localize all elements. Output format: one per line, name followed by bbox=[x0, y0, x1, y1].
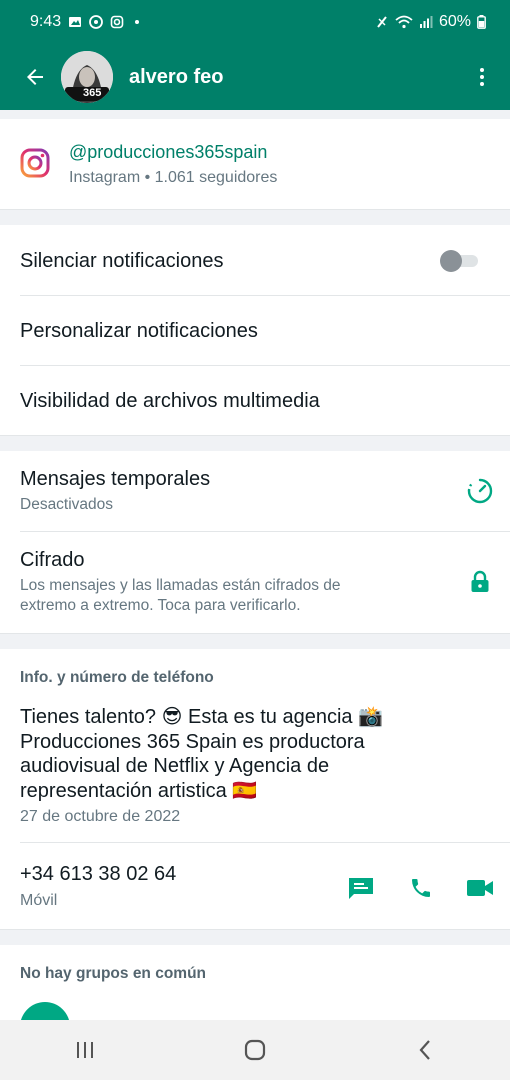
no-volte-icon bbox=[377, 16, 387, 28]
status-time: 9:43 bbox=[30, 13, 62, 30]
video-camera-icon bbox=[467, 880, 493, 896]
divider bbox=[0, 209, 510, 210]
instagram-followers: Instagram • 1.061 seguidores bbox=[69, 169, 278, 186]
message-icon bbox=[349, 878, 373, 899]
about-date: 27 de octubre de 2022 bbox=[20, 808, 181, 825]
arrow-back-icon bbox=[27, 69, 43, 85]
about-line: Producciones 365 Spain es productora bbox=[20, 730, 365, 753]
back-chevron-icon bbox=[419, 1040, 430, 1060]
video-call-button[interactable] bbox=[465, 873, 495, 903]
encryption-description-line2: extremo a extremo. Toca para verificarlo… bbox=[20, 597, 301, 614]
dot bbox=[480, 82, 484, 86]
temporary-messages-status: Desactivados bbox=[20, 496, 114, 513]
common-groups-section: No hay grupos en común bbox=[0, 945, 510, 1052]
battery-level: 60% bbox=[438, 13, 471, 30]
mute-notifications-row[interactable]: Silenciar notificaciones bbox=[0, 225, 510, 295]
dot-icon bbox=[135, 20, 140, 24]
status-bar: 9:43 60% bbox=[0, 0, 510, 44]
wifi-icon bbox=[395, 15, 413, 29]
about-text: Tienes talento? 😎 Esta es tu agencia 📸 P… bbox=[20, 705, 480, 803]
contact-avatar[interactable]: 365 bbox=[61, 51, 113, 103]
phone-icon bbox=[412, 879, 430, 897]
divider bbox=[0, 633, 510, 634]
media-visibility-row[interactable]: Visibilidad de archivos multimedia bbox=[0, 366, 510, 435]
voice-call-button[interactable] bbox=[406, 873, 436, 903]
gallery-icon bbox=[69, 17, 82, 27]
signal-icon bbox=[419, 16, 433, 28]
mute-toggle[interactable] bbox=[440, 249, 480, 272]
encryption-row[interactable]: Cifrado Los mensajes y las llamadas está… bbox=[0, 532, 510, 633]
media-visibility-label: Visibilidad de archivos multimedia bbox=[20, 390, 320, 412]
whatsapp-icon bbox=[89, 15, 104, 29]
recent-apps-icon bbox=[77, 1042, 93, 1058]
mute-notifications-label: Silenciar notificaciones bbox=[20, 250, 224, 272]
lock-icon bbox=[471, 570, 489, 592]
phone-number: +34 613 38 02 64 bbox=[20, 863, 177, 885]
home-icon bbox=[244, 1039, 266, 1061]
dot bbox=[480, 75, 484, 79]
common-groups-header: No hay grupos en común bbox=[20, 965, 207, 982]
temporary-messages-row[interactable]: Mensajes temporales Desactivados bbox=[0, 451, 510, 531]
phone-type: Móvil bbox=[20, 892, 58, 909]
system-navigation-bar bbox=[0, 1020, 510, 1080]
about-line: audiovisual de Netflix y Agencia de bbox=[20, 755, 330, 777]
divider bbox=[0, 435, 510, 436]
divider bbox=[0, 929, 510, 930]
info-section-header: Info. y número de teléfono bbox=[20, 669, 214, 686]
back-nav-button[interactable] bbox=[395, 1028, 455, 1072]
avatar-badge: 365 bbox=[83, 87, 102, 99]
home-button[interactable] bbox=[225, 1028, 285, 1072]
about-line: representación artistica 🇪🇸 bbox=[20, 779, 258, 802]
back-button[interactable] bbox=[20, 62, 50, 92]
instagram-link-card[interactable]: @producciones365spain Instagram • 1.061 … bbox=[0, 119, 510, 209]
more-options-button[interactable] bbox=[472, 62, 492, 92]
contact-name[interactable]: alvero feo bbox=[129, 66, 223, 89]
message-button[interactable] bbox=[346, 873, 376, 903]
dot bbox=[480, 68, 484, 72]
notifications-section: Silenciar notificaciones Personalizar no… bbox=[0, 225, 510, 435]
timer-icon bbox=[467, 478, 493, 504]
instagram-icon bbox=[110, 15, 124, 29]
temporary-messages-title: Mensajes temporales bbox=[20, 468, 211, 490]
encryption-description-line1: Los mensajes y las llamadas están cifrad… bbox=[20, 577, 341, 594]
toggle-thumb bbox=[440, 250, 462, 272]
recent-apps-button[interactable] bbox=[55, 1028, 115, 1072]
app-bar: 365 alvero feo bbox=[0, 44, 510, 110]
instagram-icon bbox=[20, 148, 50, 178]
instagram-handle[interactable]: @producciones365spain bbox=[69, 142, 267, 163]
custom-notifications-row[interactable]: Personalizar notificaciones bbox=[0, 296, 510, 366]
privacy-section: Mensajes temporales Desactivados Cifrado… bbox=[0, 451, 510, 633]
encryption-title: Cifrado bbox=[20, 549, 85, 571]
battery-icon bbox=[477, 15, 486, 29]
about-line: Tienes talento? 😎 Esta es tu agencia 📸 bbox=[20, 706, 383, 728]
info-section: Info. y número de teléfono Tienes talent… bbox=[0, 649, 510, 929]
custom-notifications-label: Personalizar notificaciones bbox=[20, 320, 258, 342]
